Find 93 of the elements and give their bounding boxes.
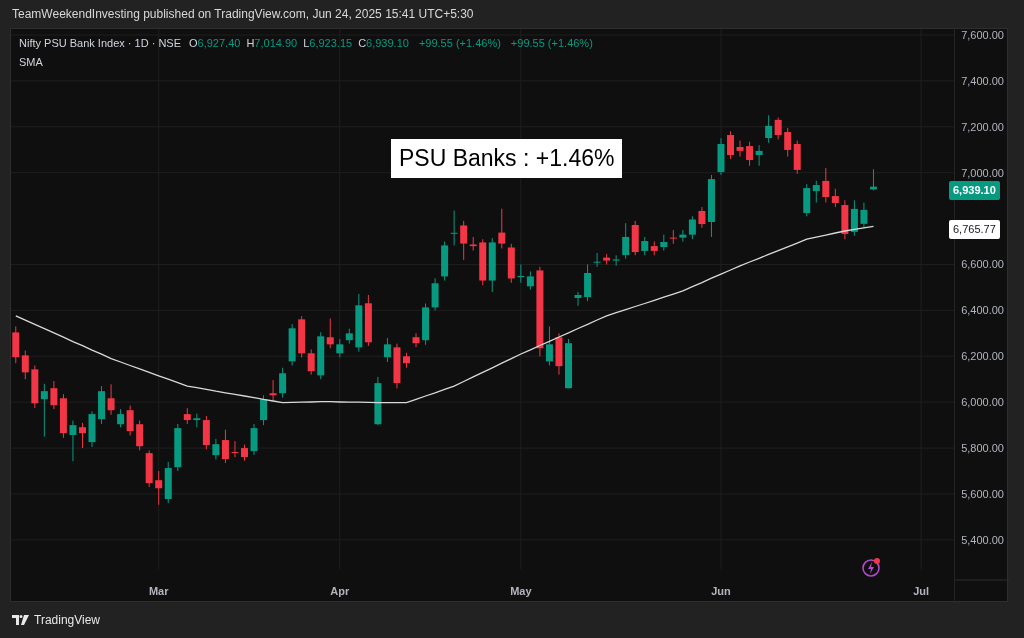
price-axis-label: 7,600.00 (961, 29, 1004, 41)
rising-candle (40, 383, 48, 438)
price-axis-label: 5,400.00 (961, 533, 1004, 546)
rising-candle (612, 254, 620, 267)
rising-candle (707, 174, 715, 238)
rising-candle (574, 291, 582, 307)
logo-icon[interactable] (12, 615, 29, 625)
ohlc-label: O (189, 36, 198, 51)
falling-candle (183, 407, 191, 425)
falling-candle (221, 429, 229, 464)
rising-candle (117, 408, 125, 428)
rising-candle (88, 410, 96, 448)
falling-candle (126, 405, 134, 436)
rising-candle (355, 293, 363, 353)
ohlc-value: 6,923.15 (309, 36, 353, 51)
ohlc-label: C (358, 36, 367, 51)
rising-candle (260, 394, 268, 426)
rising-candle (660, 234, 668, 252)
rising-candle (174, 423, 182, 472)
rising-candle (622, 222, 630, 260)
falling-candle (107, 383, 115, 416)
symbol-title: Nifty PSU Bank Index · 1D · NSE (19, 36, 181, 51)
price-axis-label: 6,400.00 (961, 304, 1004, 317)
falling-candle (479, 238, 487, 286)
falling-candle (78, 422, 86, 449)
rising-candle (545, 325, 553, 366)
falling-candle (841, 199, 849, 240)
falling-candle (555, 332, 563, 376)
time-axis-label: Apr (330, 585, 350, 597)
price-axis-label: 7,000.00 (961, 166, 1004, 179)
falling-candle (31, 364, 39, 409)
price-axis-label: 7,400.00 (961, 74, 1004, 87)
change-value: +99.55 (+1.46%) (418, 36, 501, 51)
time-axis-label: May (510, 585, 532, 597)
falling-candle (326, 317, 334, 349)
ohlc-value: 6,939.10 (366, 36, 409, 51)
rising-candle (765, 114, 773, 144)
rising-candle (374, 376, 382, 426)
time-axis-label: Jul (913, 585, 930, 597)
rising-candle (164, 461, 172, 504)
falling-candle (603, 253, 611, 265)
falling-candle (231, 440, 239, 458)
rising-candle (641, 236, 649, 256)
falling-candle (650, 241, 658, 256)
falling-candle (269, 379, 277, 401)
rising-candle (488, 237, 496, 293)
last-price-badge: 6,939.10 (949, 181, 1000, 200)
rising-candle (212, 438, 220, 461)
falling-candle (241, 444, 248, 462)
ohlc-label: H (246, 36, 255, 51)
rising-candle (717, 137, 725, 176)
rising-candle (869, 168, 877, 191)
price-axis-label: 5,800.00 (961, 442, 1004, 455)
rising-candle (250, 423, 258, 456)
change-value: +99.55 (+1.46%) (510, 36, 593, 51)
logo-text[interactable]: TradingView (34, 611, 101, 629)
falling-candle (155, 470, 163, 506)
falling-candle (727, 130, 734, 160)
price-axis-label: 6,600.00 (961, 258, 1004, 271)
indicator-label[interactable]: SMA (19, 53, 43, 70)
ohlc-label: L (303, 36, 310, 51)
falling-candle (631, 220, 639, 256)
falling-candle (746, 141, 754, 167)
price-axis-label: 5,600.00 (961, 488, 1004, 500)
falling-candle (393, 343, 401, 389)
rising-candle (850, 199, 858, 237)
falling-candle (774, 117, 782, 140)
falling-candle (202, 415, 210, 450)
falling-candle (736, 140, 744, 158)
falling-candle (403, 352, 410, 369)
rising-candle (383, 337, 391, 363)
rising-candle (98, 385, 106, 425)
falling-candle (698, 206, 706, 229)
rising-candle (317, 331, 325, 380)
rising-candle (565, 338, 572, 389)
price-axis-label: 6,000.00 (961, 396, 1004, 409)
attribution-text: TeamWeekendInvesting published on TradingView.com, Jun 24, 2025 15:41 UTC+5:30 (12, 6, 474, 23)
annotation-label: PSU Banks : +1.46% (391, 139, 623, 178)
price-axis-label: 6,200.00 (961, 350, 1004, 363)
price-axis-label: 7,200.00 (961, 120, 1004, 133)
lightning-icon[interactable] (861, 556, 883, 578)
ohlc-value: 6,927.40 (197, 36, 241, 51)
ohlc-value: 7,014.90 (254, 36, 298, 51)
rising-candle (69, 420, 77, 462)
falling-candle (669, 229, 677, 245)
rising-candle (755, 144, 763, 167)
time-axis-label: Mar (148, 585, 169, 597)
sma-value-badge: 6,765.77 (949, 220, 1000, 239)
falling-candle (412, 332, 420, 348)
time-axis-label: Jun (711, 585, 731, 597)
falling-candle (364, 294, 372, 347)
rising-candle (193, 413, 201, 428)
rising-candle (860, 202, 868, 229)
